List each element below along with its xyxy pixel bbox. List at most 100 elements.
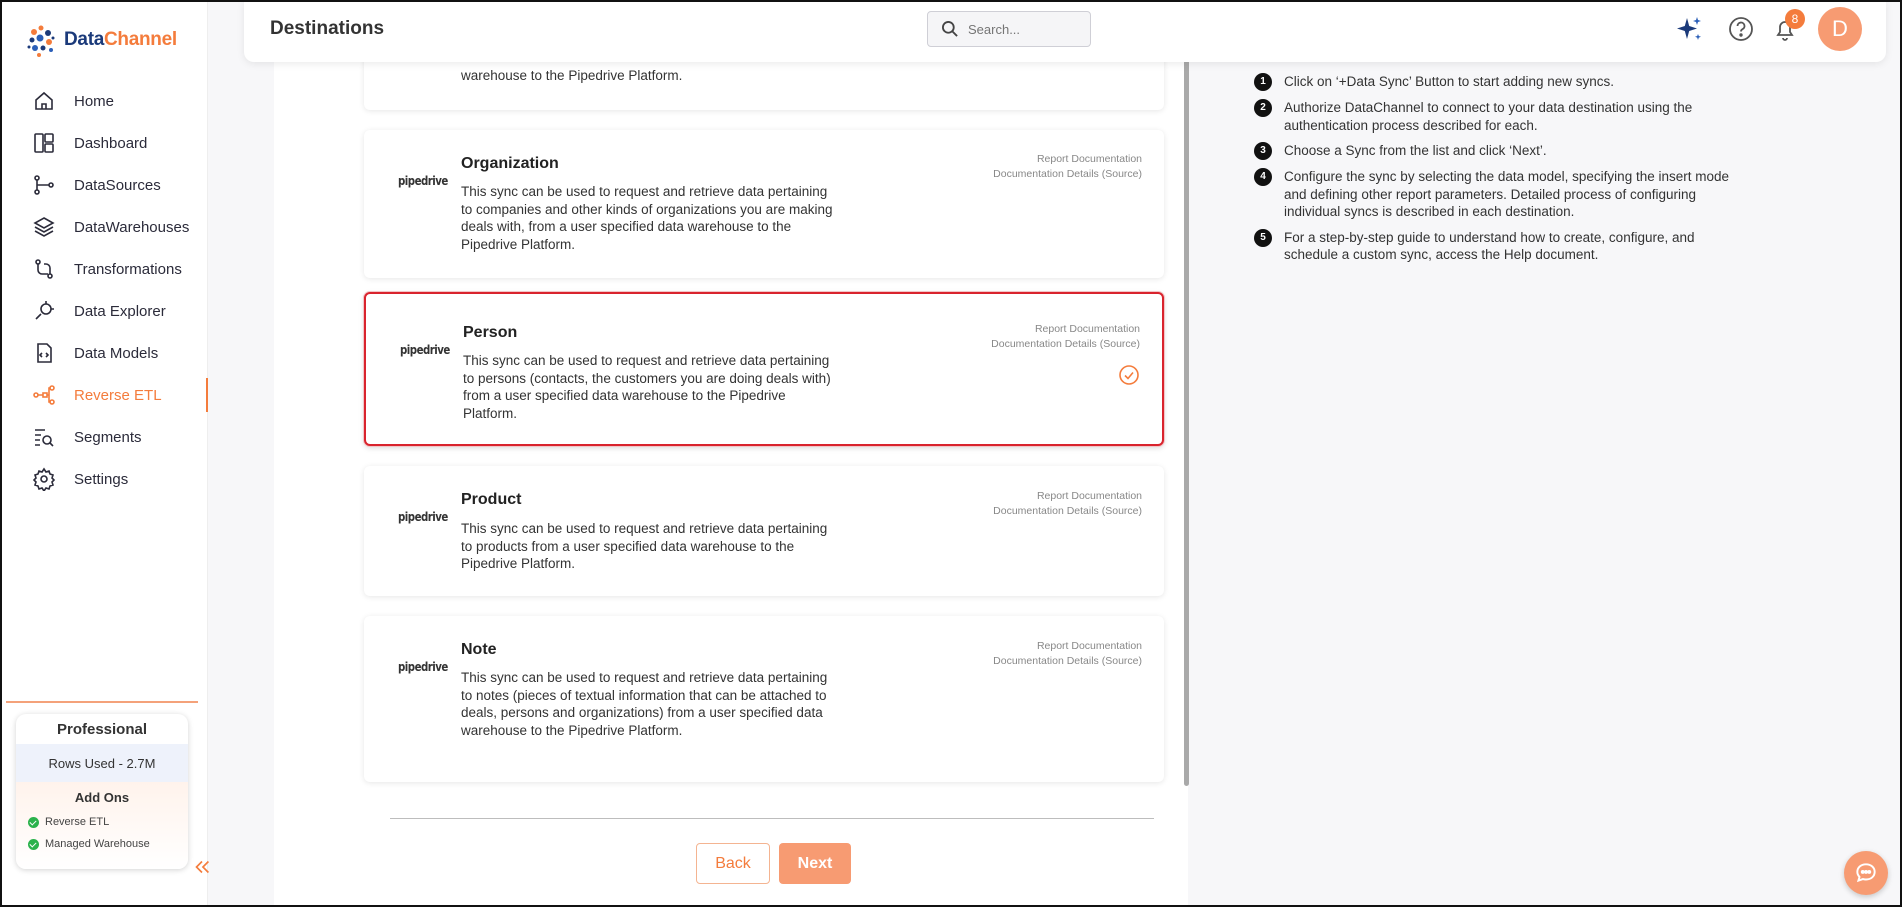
sidebar-item-settings[interactable]: Settings [0,458,208,500]
sidebar-nav: Home Dashboard DataSources DataWarehouse… [0,80,208,500]
sync-links: Report Documentation Documentation Detai… [993,152,1142,182]
sync-description: This sync can be used to request and ret… [461,184,833,252]
plan-divider [6,701,198,703]
transformations-icon [35,259,53,279]
footer-divider [390,818,1154,819]
sync-card-person[interactable]: pipedrive Person This sync can be used t… [364,292,1164,446]
sync-list-panel: warehouse to the Pipedrive Platform. pip… [274,0,1189,907]
sidebar-item-data-models[interactable]: Data Models [0,332,208,374]
sidebar-item-reverse-etl[interactable]: Reverse ETL [0,374,208,416]
sidebar-item-label: Settings [74,470,129,488]
search-icon [942,21,958,37]
step-number: 4 [1254,168,1272,186]
dashboard-icon [34,133,54,153]
next-button[interactable]: Next [779,843,851,884]
plan-name: Professional [56,720,148,738]
reverse-etl-icon [33,385,55,405]
sidebar-item-data-explorer[interactable]: Data Explorer [0,290,208,332]
documentation-details-link[interactable]: Documentation Details (Source) [993,504,1142,519]
documentation-details-link[interactable]: Documentation Details (Source) [993,167,1142,182]
sync-title: Organization [461,155,559,172]
sync-description: This sync can be used to request and ret… [461,521,828,571]
sync-title: Person [463,324,518,341]
rows-used: Rows Used - 2.7M [16,744,188,782]
brand-name: DataChannel [64,29,177,51]
instruction-step: 5 For a step-by-step guide to understand… [1254,228,1734,264]
sync-card-note[interactable]: pipedrive Note This sync can be used to … [364,616,1164,782]
datawarehouses-icon [33,217,55,237]
search-box[interactable] [927,11,1091,47]
sidebar-item-segments[interactable]: Segments [0,416,208,458]
sidebar-item-datasources[interactable]: DataSources [0,164,208,206]
report-documentation-link[interactable]: Report Documentation [993,639,1142,654]
step-text: Click on ‘+Data Sync’ Button to start ad… [1284,74,1615,89]
chat-widget-button[interactable] [1844,851,1888,895]
search-input[interactable] [968,21,1068,37]
selected-check-icon [1119,365,1139,385]
ai-sparkle-icon[interactable] [1674,14,1704,44]
step-text: Configure the sync by selecting the data… [1284,169,1729,219]
instruction-step: 1 Click on ‘+Data Sync’ Button to start … [1254,73,1734,91]
notification-badge: 8 [1785,9,1805,29]
sync-links: Report Documentation Documentation Detai… [993,489,1142,519]
list-scrollbar[interactable] [1184,60,1189,786]
data-models-icon [37,343,52,363]
instructions-panel: 1 Click on ‘+Data Sync’ Button to start … [1254,73,1734,272]
sync-description: warehouse to the Pipedrive Platform. [461,68,683,83]
sync-description: This sync can be used to request and ret… [461,670,828,738]
addon-item: Managed Warehouse [16,833,188,855]
instruction-step: 4 Configure the sync by selecting the da… [1254,168,1734,221]
main-content: warehouse to the Pipedrive Platform. pip… [274,0,1902,907]
back-button[interactable]: Back [696,843,770,884]
instruction-step: 3 Choose a Sync from the list and click … [1254,142,1734,160]
pipedrive-logo-icon: pipedrive [398,660,448,674]
sidebar-item-datawarehouses[interactable]: DataWarehouses [0,206,208,248]
help-icon[interactable] [1726,14,1756,44]
brand-logo[interactable]: DataChannel [24,20,177,60]
check-circle-icon [28,816,39,828]
addon-label: Reverse ETL [45,816,110,828]
sync-title: Product [461,491,522,508]
sidebar-item-label: Dashboard [74,134,148,152]
addon-item: Reverse ETL [16,811,188,833]
sidebar-item-label: DataSources [74,176,161,194]
documentation-details-link[interactable]: Documentation Details (Source) [991,337,1140,352]
report-documentation-link[interactable]: Report Documentation [991,322,1140,337]
datachannel-logo-icon [27,25,55,57]
sidebar-item-label: Home [74,92,115,110]
sync-card-product[interactable]: pipedrive Product This sync can be used … [364,466,1164,596]
collapse-sidebar-button[interactable] [190,856,214,880]
addon-label: Managed Warehouse [45,838,150,850]
pipedrive-logo-icon: pipedrive [398,510,448,524]
double-chevron-left-icon [195,860,210,874]
sidebar-item-label: Data Explorer [74,302,166,320]
sidebar-item-label: Data Models [74,344,159,362]
step-number: 2 [1254,99,1272,117]
sidebar-item-label: Segments [74,428,142,446]
sync-title: Note [461,641,497,658]
sidebar-item-label: DataWarehouses [74,218,190,236]
avatar[interactable]: D [1818,7,1862,51]
pipedrive-logo-icon: pipedrive [400,343,450,357]
report-documentation-link[interactable]: Report Documentation [993,152,1142,167]
sync-links: Report Documentation Documentation Detai… [991,322,1140,352]
step-text: Choose a Sync from the list and click ‘N… [1284,143,1547,158]
data-explorer-icon [35,301,54,320]
sidebar-item-label: Reverse ETL [74,386,162,404]
sidebar-item-dashboard[interactable]: Dashboard [0,122,208,164]
home-icon [35,91,53,110]
sidebar-item-transformations[interactable]: Transformations [0,248,208,290]
datasources-icon [34,175,54,195]
plan-card: Professional Rows Used - 2.7M Add Ons Re… [16,714,188,869]
sidebar-item-home[interactable]: Home [0,80,208,122]
sync-description: This sync can be used to request and ret… [463,353,831,421]
report-documentation-link[interactable]: Report Documentation [993,489,1142,504]
brand-name-part2: Channel [103,29,177,50]
sidebar-item-label: Transformations [74,260,182,278]
step-number: 3 [1254,142,1272,160]
sync-card-organization[interactable]: pipedrive Organization This sync can be … [364,130,1164,278]
instruction-step: 2 Authorize DataChannel to connect to yo… [1254,99,1734,134]
documentation-details-link[interactable]: Documentation Details (Source) [993,654,1142,669]
top-header: Destinations 8 D [244,0,1886,62]
sidebar: DataChannel Home Dashboard DataSources D… [0,0,210,907]
